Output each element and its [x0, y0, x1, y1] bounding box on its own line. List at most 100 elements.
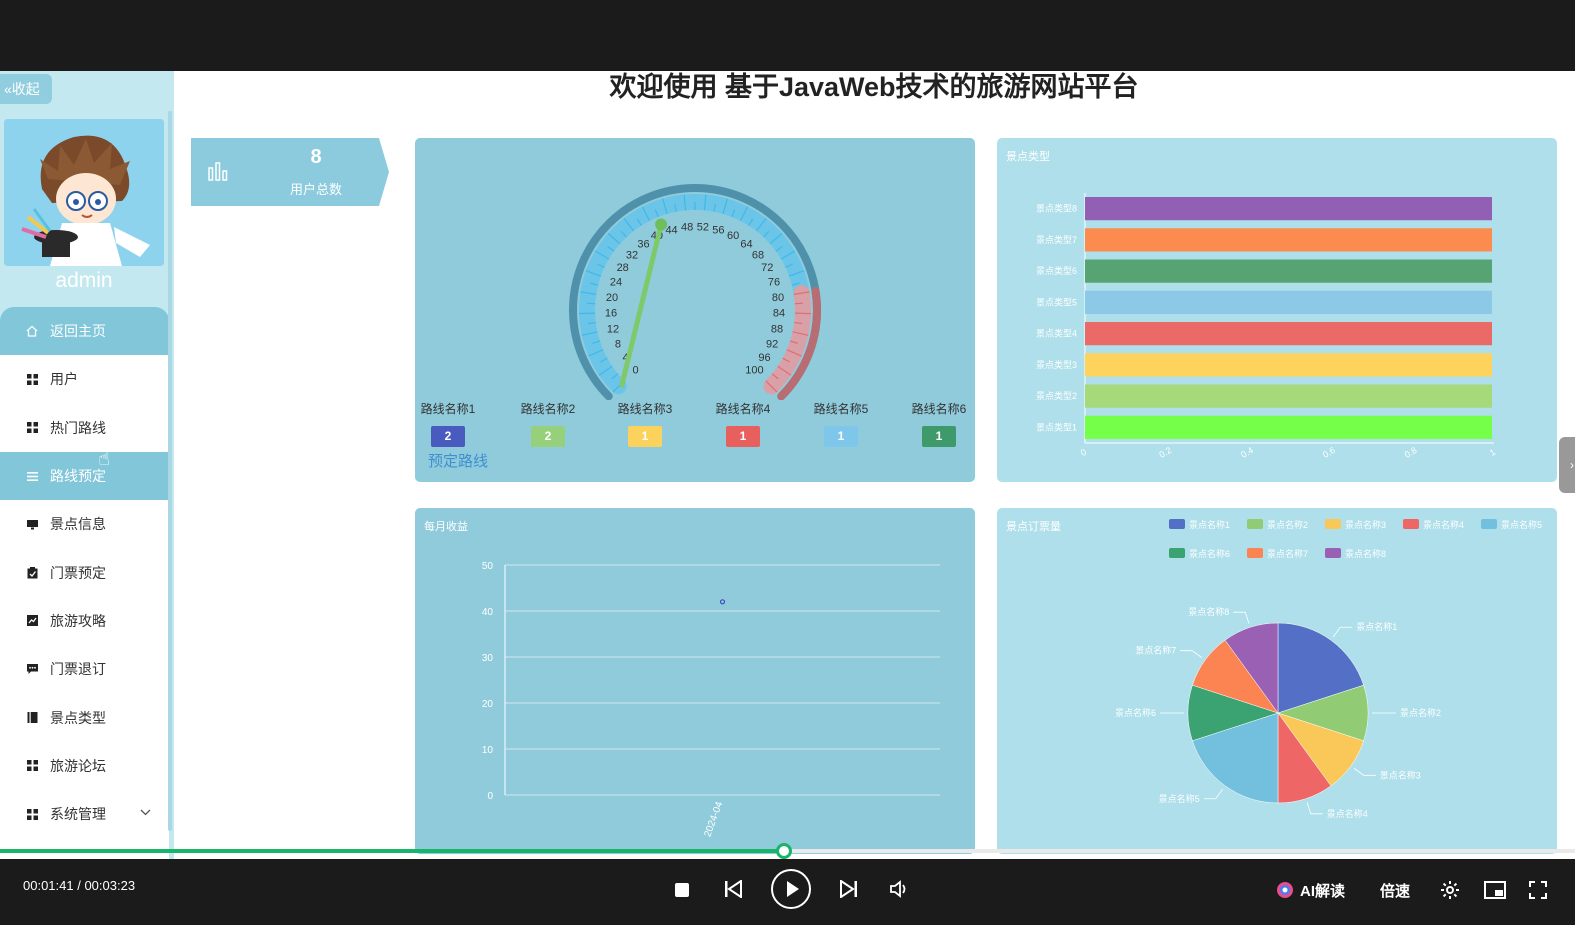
sidebar-item-attraction-types[interactable]: 景点类型: [0, 693, 169, 742]
top-black-bar: [0, 0, 1575, 71]
sidebar-item-hot-routes[interactable]: 热门路线: [0, 403, 169, 452]
hand-cursor-icon: ☝: [98, 447, 111, 470]
gauge-tick: [794, 312, 811, 315]
settings-gear-icon[interactable]: [1440, 880, 1460, 905]
next-icon[interactable]: [840, 879, 858, 903]
sidebar-item-route-booking[interactable]: 路线预定 ☝: [0, 448, 169, 501]
route-item: 路线名称2 2: [508, 400, 588, 447]
line-y-tick-label: 10: [482, 745, 494, 756]
user-count-label: 用户总数: [289, 182, 342, 197]
sidebar-item-label: 旅游论坛: [50, 757, 106, 774]
gauge-tick-label: 96: [758, 352, 770, 364]
collapse-button[interactable]: «收起: [0, 74, 52, 104]
attraction-type-panel: 景点类型 景点类型1 景点类型2 景点类型3 景点类型4 景点类型5 景点类型6 景点类型7…: [997, 138, 1557, 482]
pie-legend-swatch: [1169, 519, 1185, 529]
gauge-tick-label: 64: [740, 239, 752, 251]
sidebar-item-label: 门票预定: [50, 564, 106, 581]
gauge-tick-label: 92: [766, 338, 778, 350]
volume-icon[interactable]: [890, 880, 910, 903]
sidebar-item-travel-forum[interactable]: 旅游论坛: [0, 741, 169, 790]
gauge-tick-label: 72: [761, 262, 773, 274]
stop-icon[interactable]: [674, 882, 690, 903]
gauge-tick-label: 12: [607, 323, 619, 335]
chevron-right-icon[interactable]: ›: [1559, 437, 1575, 493]
monthly-revenue-line-chart: 0 10 20 30 40 50 2024-04: [482, 561, 940, 839]
play-button[interactable]: [771, 869, 811, 909]
bar-category-label: 景点类型5: [1036, 296, 1077, 307]
pie-legend-label: 景点名称8: [1345, 548, 1386, 559]
grid-icon: [26, 808, 38, 820]
fullscreen-icon[interactable]: [1529, 881, 1547, 904]
picture-in-picture-icon[interactable]: [1484, 881, 1506, 904]
booked-routes-link[interactable]: 预定路线: [428, 450, 488, 471]
gauge-tick-label: 44: [665, 224, 677, 236]
route-count-badge: 1: [726, 426, 760, 447]
pie-legend-swatch: [1247, 548, 1263, 558]
gauge-tick-label: 60: [727, 230, 739, 242]
bar-8: [1085, 197, 1492, 221]
sidebar-item-travel-guide[interactable]: 旅游攻略: [0, 596, 169, 646]
gauge-tick-label: 28: [617, 262, 629, 274]
pie-slice-label: 景点名称2: [1400, 707, 1441, 718]
bar-x-tick-label: 1: [1488, 447, 1497, 458]
route-item: 路线名称4 1: [703, 400, 783, 447]
pie-label-line: [1180, 650, 1203, 659]
attraction-type-bar-chart: 景点类型1 景点类型2 景点类型3 景点类型4 景点类型5 景点类型6 景点类型7 景点类型8…: [1036, 193, 1497, 460]
user-count-card: 8 用户总数: [191, 138, 389, 206]
bar-x-tick-label: 0.8: [1403, 445, 1419, 460]
sidebar-item-system-management[interactable]: 系统管理: [0, 789, 169, 839]
ticket-volume-panel: 景点订票量 景点名称1 景点名称2 景点名称3 景点名称4 景点名称5 景点名称6 景点名称…: [997, 508, 1557, 854]
bar-x-tick-label: 0.6: [1321, 445, 1337, 460]
progress-bar[interactable]: [0, 843, 1575, 859]
route-item: 路线名称6 1: [899, 400, 975, 447]
pie-legend-label: 景点名称7: [1267, 548, 1308, 559]
comment-icon: [26, 663, 38, 675]
bar-4: [1085, 322, 1492, 346]
pie-slice-label: 景点名称8: [1188, 606, 1229, 617]
route-count-badge: 1: [824, 426, 858, 447]
gauge-tick-label: 84: [773, 308, 785, 320]
home-icon: [26, 325, 38, 337]
gauge-tick-label: 24: [610, 277, 622, 289]
ai-interpret-button[interactable]: AI解读: [1300, 880, 1345, 901]
pie-legend-label: 景点名称2: [1267, 519, 1308, 530]
ai-logo-icon: [1276, 881, 1294, 904]
sidebar-scrollbar[interactable]: [168, 111, 172, 831]
gauge-tick-label: 100: [745, 364, 763, 376]
pie-label-line: [1353, 767, 1376, 776]
gauge-tick-label: 48: [681, 221, 693, 233]
user-count-value: 8: [310, 146, 322, 168]
sidebar-item-users[interactable]: 用户: [0, 355, 169, 404]
route-count-badge: 1: [922, 426, 956, 447]
gauge-chart: 0481216202428323640444852566064687276808…: [569, 184, 821, 401]
route-name: 路线名称6: [911, 402, 967, 416]
bar-x-tick-label: 0.2: [1157, 445, 1173, 460]
sidebar-item-attractions[interactable]: 景点信息: [0, 500, 169, 549]
line-y-tick-label: 50: [482, 561, 494, 572]
speed-button[interactable]: 倍速: [1380, 880, 1410, 901]
time-display: 00:01:41 / 00:03:23: [23, 878, 136, 893]
bar-chart-icon: [207, 160, 229, 187]
pie-legend-label: 景点名称1: [1189, 519, 1230, 530]
pie-slice-label: 景点名称4: [1327, 808, 1368, 819]
grid-icon: [26, 760, 38, 772]
progress-fill: [0, 849, 785, 853]
gauge-tick-label: 20: [606, 292, 618, 304]
sidebar-item-home[interactable]: 返回主页: [0, 307, 169, 356]
bar-category-label: 景点类型8: [1036, 203, 1077, 214]
video-player-bar: 00:01:41 / 00:03:23 AI解读 倍速: [0, 843, 1575, 925]
route-count-badge: 2: [431, 426, 465, 447]
sidebar-item-ticket-booking[interactable]: 门票预定: [0, 548, 169, 597]
route-count-badge: 2: [531, 426, 565, 447]
sidebar-item-ticket-refund[interactable]: 门票退订: [0, 645, 169, 694]
pie-slice-label: 景点名称7: [1135, 645, 1176, 656]
pie-slice-label: 景点名称5: [1159, 793, 1200, 804]
route-name: 路线名称4: [715, 402, 771, 416]
pie-label-line: [1306, 802, 1323, 815]
bar-category-label: 景点类型2: [1036, 390, 1077, 401]
previous-icon[interactable]: [724, 879, 742, 903]
avatar: [4, 119, 164, 266]
pie-legend-label: 景点名称4: [1423, 519, 1464, 530]
gauge-tick-label: 76: [768, 277, 780, 289]
bar-category-label: 景点类型4: [1036, 328, 1077, 339]
